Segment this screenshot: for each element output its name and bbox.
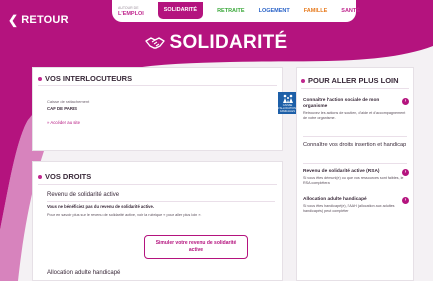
nav-tab-solidarite[interactable]: SOLIDARITÉ [157, 1, 204, 19]
caf-family-icon [282, 94, 293, 103]
nav-tab-logement[interactable]: LOGEMENT [259, 8, 290, 14]
nav-tab-emploi[interactable]: AUTOUR DE L'EMPLOI [118, 5, 144, 17]
chevron-right-icon[interactable]: › [402, 169, 409, 176]
link-item-rsa[interactable]: Revenu de solidarité active (RSA) Si vou… [303, 169, 409, 185]
rsa-heading: Revenu de solidarité active [47, 192, 120, 198]
back-label: RETOUR [21, 14, 69, 26]
plus-loin-heading: POUR ALLER PLUS LOIN [301, 76, 399, 85]
caf-logo: CAISSE D'ALLOCATIONS FAMILIALES [277, 92, 298, 114]
nav-tab-sante[interactable]: SANTÉ [341, 8, 360, 14]
interlocuteurs-heading: VOS INTERLOCUTEURS [38, 74, 132, 83]
chevron-right-icon[interactable]: › [402, 197, 409, 204]
page-title-text: SOLIDARITÉ [169, 32, 288, 53]
plus-loin-card: POUR ALLER PLUS LOIN Connaître l'action … [296, 67, 414, 281]
chevron-right-icon[interactable]: › [402, 98, 409, 105]
page-title: SOLIDARITÉ [0, 32, 433, 54]
top-bar: ❮ RETOUR AUTOUR DE L'EMPLOI SOLIDARITÉ R… [0, 0, 433, 30]
caisse-name: CAF DE PARIS [47, 106, 78, 111]
rsa-status: Vous ne bénéficiez pas du revenu de soli… [47, 204, 154, 209]
category-nav: AUTOUR DE L'EMPLOI SOLIDARITÉ RETRAITE L… [112, 0, 360, 22]
divider [47, 201, 275, 202]
nav-tab-retraite[interactable]: RETRAITE [217, 8, 245, 14]
divider [38, 85, 277, 86]
divider [303, 163, 407, 164]
rsa-info: Pour en savoir plus sur le revenu de sol… [47, 213, 202, 217]
bullet-icon [301, 78, 305, 83]
item-description: Si vous êtes handicapé(e), l'AAH (alloca… [303, 204, 395, 213]
interlocuteurs-title: VOS INTERLOCUTEURS [45, 74, 133, 83]
caf-logo-text: CAISSE D'ALLOCATIONS FAMILIALES [277, 104, 298, 113]
simulate-rsa-button[interactable]: Simuler votre revenu de solidarité activ… [144, 235, 248, 259]
droits-title: VOS DROITS [45, 172, 92, 181]
bullet-icon [38, 76, 42, 81]
nav-emploi-label: L'EMPLOI [118, 11, 144, 17]
link-item-action-sociale[interactable]: Connaître l'action sociale de mon organi… [303, 98, 409, 120]
item-title: Revenu de solidarité active (RSA) [303, 169, 380, 174]
interlocuteurs-card: VOS INTERLOCUTEURS Caisse de rattachemen… [32, 67, 298, 151]
aah-heading: Allocation adulte handicapé [47, 270, 121, 276]
access-site-link[interactable]: » Accéder au site [47, 120, 80, 125]
item-description: Retrouvez les actions de soutien, d'aide… [303, 111, 406, 120]
caisse-label: Caisse de rattachement [47, 99, 90, 104]
item-description: Si vous êtes démuni(e) ou que vos ressou… [303, 176, 404, 185]
nav-tab-famille[interactable]: FAMILLE [304, 8, 328, 14]
droits-card: VOS DROITS Revenu de solidarité active V… [32, 161, 283, 281]
link-item-aah[interactable]: Allocation adulte handicapé Si vous êtes… [303, 197, 409, 213]
droits-heading: VOS DROITS [38, 172, 91, 181]
item-title: Connaître l'action sociale de mon organi… [303, 98, 380, 109]
back-button[interactable]: ❮ RETOUR [8, 12, 69, 27]
plus-loin-title: POUR ALLER PLUS LOIN [308, 76, 399, 85]
handshake-icon [145, 37, 166, 49]
divider [301, 88, 409, 89]
divider [38, 184, 277, 185]
chevron-left-icon: ❮ [8, 12, 19, 27]
droits-insertion-subheading: Connaître vos droits insertion et handic… [303, 142, 407, 148]
divider [303, 136, 407, 137]
item-title: Allocation adulte handicapé [303, 197, 367, 202]
bullet-icon [38, 174, 42, 179]
